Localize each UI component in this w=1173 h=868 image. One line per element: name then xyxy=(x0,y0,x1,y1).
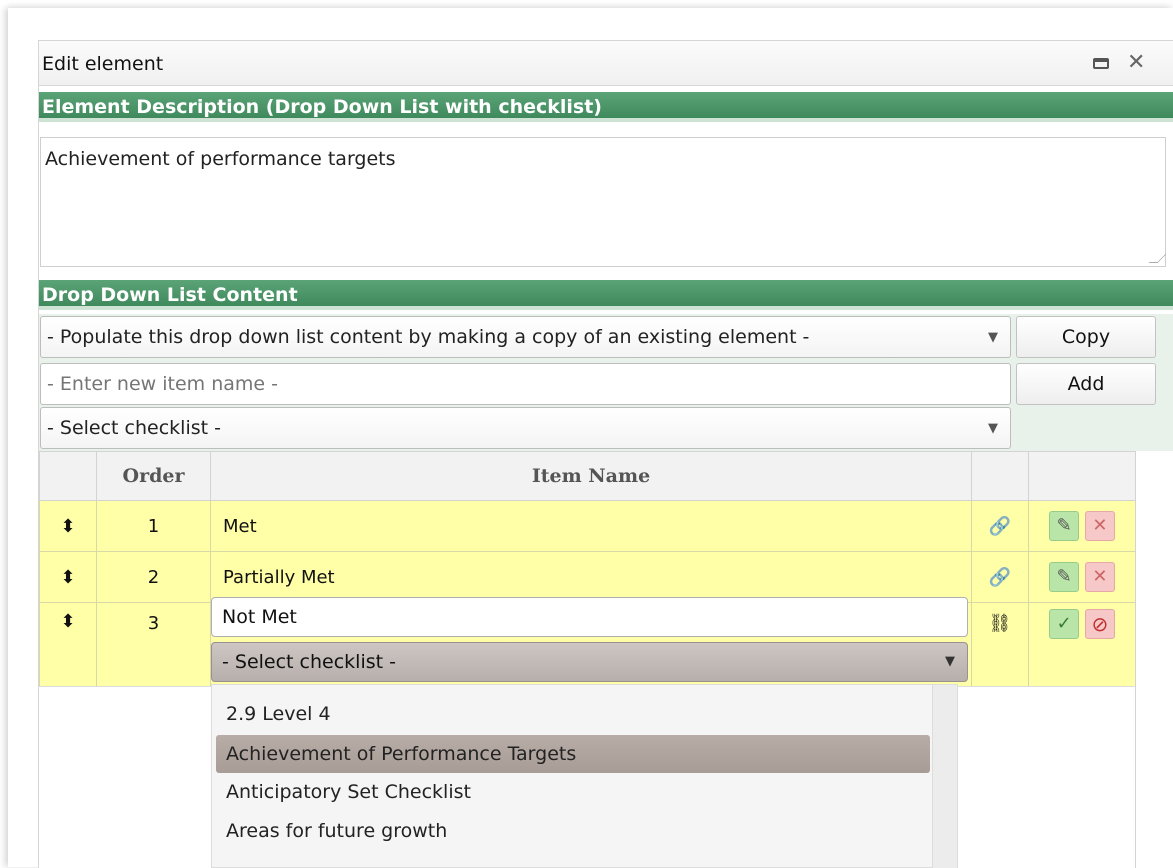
dropdown-option[interactable]: Anticipatory Set Checklist xyxy=(216,773,930,811)
content-section-header: Drop Down List Content xyxy=(39,280,1173,310)
item-name-cell: Met xyxy=(210,500,972,552)
dropdown-scrollbar[interactable] xyxy=(932,685,957,868)
chevron-down-icon: ▼ xyxy=(988,421,998,436)
checklist-select[interactable]: - Select checklist - ▼ xyxy=(40,407,1011,449)
sort-icon[interactable]: ⬍ xyxy=(39,602,97,693)
resize-grip-icon[interactable] xyxy=(1148,254,1167,263)
table-scroll-strip xyxy=(1135,451,1173,868)
description-text: Achievement of performance targets xyxy=(45,148,396,170)
dialog-title: Edit element xyxy=(42,53,164,75)
chevron-down-icon: ▼ xyxy=(945,654,955,669)
column-header-order[interactable]: Order xyxy=(96,451,211,501)
close-icon[interactable]: ✕ xyxy=(1084,511,1115,541)
column-header xyxy=(1028,451,1136,501)
close-icon[interactable]: ✕ xyxy=(1084,562,1115,592)
description-textarea[interactable]: Achievement of performance targets xyxy=(40,137,1167,267)
dropdown-option[interactable]: 2.9 Level 4 xyxy=(216,695,930,733)
close-icon[interactable]: ✕ xyxy=(1127,50,1145,75)
pencil-icon[interactable]: ✎ xyxy=(1049,562,1080,592)
description-section-header: Element Description (Drop Down List with… xyxy=(39,92,1173,122)
dialog-titlebar: Edit element ✕ xyxy=(39,41,1173,86)
row-actions: ✓ ⊘ xyxy=(1028,602,1136,693)
table-row: ⬍ 1 Met 🔗 ✎ ✕ xyxy=(39,500,1136,552)
dropdown-option-selected[interactable]: Achievement of Performance Targets xyxy=(216,735,930,773)
table-header-row: Order Item Name xyxy=(39,451,1136,501)
dropdown-option[interactable]: Areas for future growth xyxy=(216,812,930,850)
column-header xyxy=(971,451,1029,501)
sort-icon[interactable]: ⬍ xyxy=(39,500,97,552)
ban-icon[interactable]: ⊘ xyxy=(1084,609,1115,639)
row-actions: ✎ ✕ xyxy=(1028,551,1136,603)
row-actions: ✎ ✕ xyxy=(1028,500,1136,552)
row-checklist-select[interactable]: - Select checklist - ▼ xyxy=(211,642,968,682)
add-button[interactable]: Add xyxy=(1016,363,1156,405)
column-header-item-name[interactable]: Item Name xyxy=(210,451,972,501)
copy-button[interactable]: Copy xyxy=(1016,316,1156,358)
order-cell: 1 xyxy=(96,500,211,552)
link-icon[interactable]: 🔗 xyxy=(971,551,1029,603)
order-cell: 2 xyxy=(96,551,211,603)
unlink-icon[interactable]: ⛓ xyxy=(971,602,1029,693)
copy-element-select[interactable]: - Populate this drop down list content b… xyxy=(40,316,1011,358)
edit-element-dialog: Edit element ✕ Element Description (Drop… xyxy=(38,40,1173,868)
order-cell: 3 xyxy=(96,602,211,693)
sort-icon[interactable]: ⬍ xyxy=(39,551,97,603)
row-checklist-select-label: - Select checklist - xyxy=(222,651,396,673)
pencil-icon[interactable]: ✎ xyxy=(1049,511,1080,541)
link-icon[interactable]: 🔗 xyxy=(971,500,1029,552)
checklist-dropdown-list[interactable]: 2.9 Level 4 Achievement of Performance T… xyxy=(211,684,958,868)
item-name-cell: Partially Met xyxy=(210,551,972,603)
checklist-select-label: - Select checklist - xyxy=(47,417,221,439)
maximize-icon[interactable] xyxy=(1093,58,1109,69)
copy-select-label: - Populate this drop down list content b… xyxy=(47,326,810,348)
item-name-edit-input[interactable]: Not Met xyxy=(211,597,968,637)
column-header xyxy=(39,451,97,501)
chevron-down-icon: ▼ xyxy=(988,330,998,345)
table-row: ⬍ 2 Partially Met 🔗 ✎ ✕ xyxy=(39,551,1136,603)
check-icon[interactable]: ✓ xyxy=(1049,609,1080,639)
new-item-input[interactable] xyxy=(40,363,1011,405)
